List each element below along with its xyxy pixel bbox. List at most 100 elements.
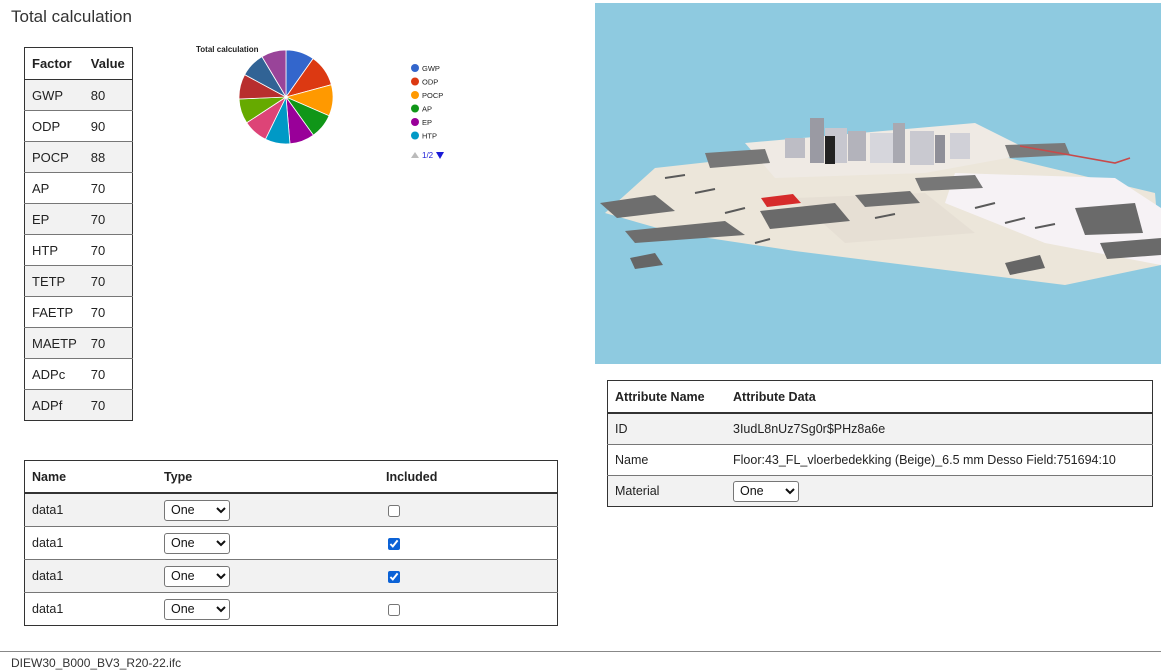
legend-next-icon[interactable]: [436, 152, 444, 159]
table-row: data1 One: [24, 592, 558, 626]
factor-header: Factor: [24, 47, 84, 80]
legend-swatch: [411, 118, 419, 126]
building: [825, 136, 835, 164]
legend-label[interactable]: ODP: [422, 78, 438, 87]
type-select[interactable]: One: [164, 598, 230, 620]
legend-swatch: [411, 91, 419, 99]
legend-prev-icon[interactable]: [411, 152, 419, 158]
material-select[interactable]: One: [733, 480, 799, 502]
type-cell: One: [157, 592, 379, 626]
type-cell: One: [157, 492, 379, 527]
factor-cell: POCP: [24, 141, 84, 173]
building: [893, 123, 905, 163]
building: [810, 118, 824, 163]
value-cell: 70: [83, 172, 133, 204]
factor-cell: ODP: [24, 110, 84, 142]
attribute-id-label: ID: [607, 412, 726, 445]
model-viewer-scene[interactable]: [595, 3, 1161, 364]
table-row: ID 3IudL8nUz7Sg0r$PHz8a6e: [607, 412, 1153, 445]
value-cell: 80: [83, 79, 133, 111]
page-title: Total calculation: [11, 7, 132, 26]
included-checkbox[interactable]: [388, 537, 400, 550]
name-cell: data1: [24, 492, 157, 527]
table-row: HTP 70: [24, 234, 133, 266]
pie-chart: Total calculation GWP ODP POCP AP EP HTP 1/2: [196, 42, 476, 172]
factor-table: Factor Value GWP 80 ODP 90 POCP 88 AP 70 EP 7…: [24, 47, 133, 421]
legend-swatch: [411, 77, 419, 86]
chart-title: Total calculation: [196, 45, 259, 54]
table-row: EP 70: [24, 203, 133, 235]
included-cell: [379, 592, 558, 626]
included-header: Included: [379, 460, 558, 494]
value-cell: 70: [83, 327, 133, 359]
chart-legend[interactable]: GWP ODP POCP AP EP HTP: [411, 64, 443, 141]
factor-cell: ADPc: [24, 358, 84, 390]
factor-cell: GWP: [24, 79, 84, 111]
name-cell: data1: [24, 592, 157, 626]
table-row: data1 One: [24, 492, 558, 527]
name-cell: data1: [24, 526, 157, 560]
building: [910, 131, 934, 165]
table-row: Name Floor:43_FL_vloerbedekking (Beige)_…: [607, 444, 1153, 476]
pie-chart-svg: Total calculation GWP ODP POCP AP EP HTP 1/2: [196, 45, 444, 160]
type-select[interactable]: One: [164, 499, 230, 521]
type-select[interactable]: One: [164, 565, 230, 587]
value-cell: 70: [83, 265, 133, 297]
value-cell: 70: [83, 203, 133, 235]
legend-label[interactable]: POCP: [422, 91, 443, 100]
building: [935, 135, 945, 163]
table-row: ODP 90: [24, 110, 133, 142]
dark-slab: [1005, 143, 1070, 158]
type-cell: One: [157, 526, 379, 560]
legend-swatch: [411, 104, 419, 113]
factor-cell: ADPf: [24, 389, 84, 421]
legend-label[interactable]: GWP: [422, 64, 440, 73]
table-row: ADPc 70: [24, 358, 133, 390]
attribute-name-header: Attribute Name: [607, 380, 726, 414]
factor-cell: HTP: [24, 234, 84, 266]
value-cell: 88: [83, 141, 133, 173]
table-row: Material One: [607, 475, 1153, 507]
included-checkbox[interactable]: [388, 603, 400, 616]
pie-slices: [238, 49, 334, 145]
included-cell: [379, 559, 558, 593]
table-row: data1 One: [24, 526, 558, 560]
included-checkbox[interactable]: [388, 570, 400, 583]
legend-swatch: [411, 64, 419, 72]
legend-pager[interactable]: 1/2: [411, 151, 444, 160]
table-row: ADPf 70: [24, 389, 133, 421]
included-checkbox[interactable]: [388, 504, 400, 517]
table-row: MAETP 70: [24, 327, 133, 359]
value-cell: 90: [83, 110, 133, 142]
attribute-material-cell: One: [726, 475, 1153, 507]
building: [848, 131, 866, 161]
attribute-name-value: Floor:43_FL_vloerbedekking (Beige)_6.5 m…: [726, 444, 1153, 476]
table-row: TETP 70: [24, 265, 133, 297]
legend-label[interactable]: AP: [422, 105, 432, 114]
value-header: Value: [83, 47, 133, 80]
factor-cell: EP: [24, 203, 84, 235]
table-row: FAETP 70: [24, 296, 133, 328]
factor-cell: FAETP: [24, 296, 84, 328]
footer-divider: [0, 651, 1161, 652]
value-cell: 70: [83, 234, 133, 266]
type-cell: One: [157, 559, 379, 593]
factor-cell: MAETP: [24, 327, 84, 359]
legend-page-indicator: 1/2: [422, 151, 434, 160]
table-row: POCP 88: [24, 141, 133, 173]
legend-label[interactable]: HTP: [422, 132, 437, 141]
model-viewer[interactable]: [595, 3, 1161, 364]
type-header: Type: [157, 460, 379, 494]
dark-slab: [1075, 203, 1143, 235]
attribute-table: Attribute Name Attribute Data ID 3IudL8n…: [607, 380, 1153, 507]
legend-label[interactable]: EP: [422, 118, 432, 127]
attribute-name-label: Name: [607, 444, 726, 476]
value-cell: 70: [83, 389, 133, 421]
table-row: AP 70: [24, 172, 133, 204]
name-header: Name: [24, 460, 157, 494]
items-table: Name Type Included data1 One data1 One d…: [24, 460, 558, 626]
building: [950, 133, 970, 159]
footer-filename: DIEW30_B000_BV3_R20-22.ifc: [11, 656, 182, 670]
attribute-data-header: Attribute Data: [726, 380, 1153, 414]
type-select[interactable]: One: [164, 532, 230, 554]
